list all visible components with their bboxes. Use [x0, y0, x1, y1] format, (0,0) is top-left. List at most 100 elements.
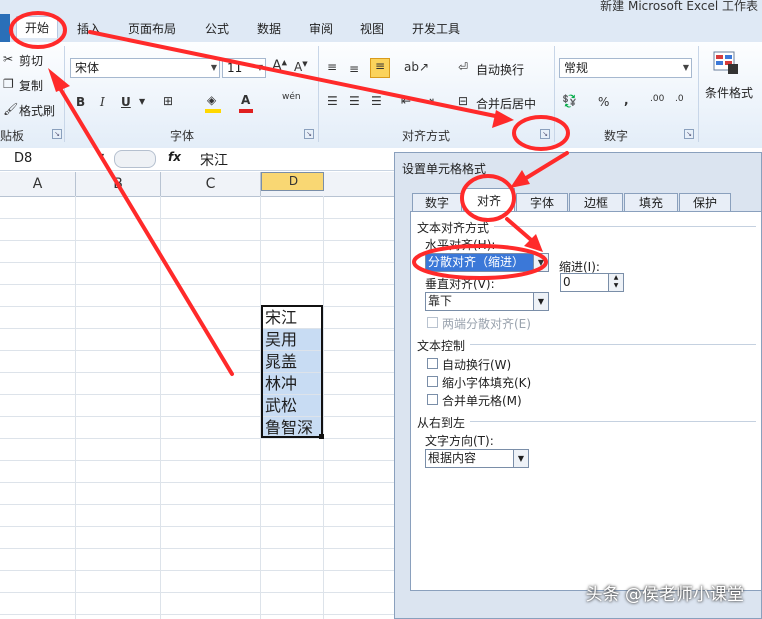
gridline [0, 306, 394, 307]
ribbon-separator [698, 46, 699, 142]
tab-home[interactable]: 开始 [16, 16, 59, 38]
gridline [160, 196, 161, 619]
font-size-value: 11 [227, 61, 243, 75]
justify-distributed-label: 两端分散对齐(E) [442, 317, 531, 331]
font-name-value: 宋体 [75, 61, 100, 75]
font-color-swatch [239, 109, 253, 113]
tab-insert[interactable]: 插入 [77, 20, 101, 37]
gridline [0, 394, 394, 395]
gridline [0, 240, 394, 241]
tab-review[interactable]: 审阅 [309, 20, 333, 37]
text-direction-select[interactable]: 根据内容 ▼ [425, 449, 529, 468]
tab-font[interactable]: 字体 [516, 193, 568, 211]
tab-border[interactable]: 边框 [569, 193, 623, 211]
section-text-control: 文本控制 [417, 339, 466, 353]
wrap-text-button[interactable]: 自动换行 [476, 61, 524, 78]
align-left-icon[interactable]: ☰ [327, 94, 338, 108]
clipboard-launcher-icon[interactable]: ↘ [52, 129, 62, 139]
tab-view[interactable]: 视图 [360, 20, 384, 37]
tab-page-layout[interactable]: 页面布局 [128, 20, 176, 37]
gridline [0, 350, 394, 351]
align-right-icon[interactable]: ☰ [371, 94, 382, 108]
wrap-text-checkbox[interactable] [427, 358, 438, 369]
shrink-to-fit-checkbox[interactable] [427, 376, 438, 387]
decrease-decimal-icon[interactable]: .0 [675, 94, 684, 104]
alignment-launcher-icon[interactable]: ↘ [540, 129, 550, 139]
tab-data[interactable]: 数据 [257, 20, 281, 37]
tab-fill[interactable]: 填充 [624, 193, 678, 211]
orientation-icon[interactable]: ab↗ [404, 60, 429, 74]
conditional-format-icon[interactable] [712, 50, 740, 76]
column-header-b[interactable]: B [76, 172, 161, 196]
gridline [0, 614, 394, 615]
tab-developer[interactable]: 开发工具 [412, 20, 460, 37]
vertical-align-select[interactable]: 靠下 ▼ [425, 292, 549, 311]
shrink-font-icon[interactable]: A▼ [294, 60, 308, 74]
align-top-icon[interactable]: ≡ [327, 60, 337, 74]
conditional-format-button[interactable]: 条件格式 [705, 84, 753, 101]
currency-icon[interactable]: 💱 [562, 94, 577, 108]
align-center-icon[interactable]: ☰ [349, 94, 360, 108]
bold-button[interactable]: B [76, 95, 85, 109]
column-header-a[interactable]: A [0, 172, 76, 196]
percent-button[interactable]: % [598, 95, 609, 109]
merge-center-button[interactable]: 合并后居中 [476, 95, 536, 112]
italic-button[interactable]: I [100, 95, 105, 109]
fill-color-icon[interactable]: ◈ [207, 93, 216, 107]
number-launcher-icon[interactable]: ↘ [684, 129, 694, 139]
chevron-down-icon: ▼ [513, 450, 528, 467]
gridline [0, 262, 394, 263]
merge-cells-label: 合并单元格(M) [442, 394, 522, 408]
underline-button[interactable]: U [121, 95, 131, 109]
vertical-align-label: 垂直对齐(V): [425, 277, 495, 291]
copy-icon: ❐ [3, 77, 14, 91]
align-bottom-icon[interactable]: ≡ [370, 58, 390, 78]
phonetic-icon[interactable]: wén [282, 92, 301, 102]
indent-value: 0 [563, 275, 571, 289]
decrease-indent-icon[interactable]: ⇤ [401, 94, 411, 108]
tab-protection[interactable]: 保护 [679, 193, 731, 211]
increase-indent-icon[interactable]: ⇥ [424, 94, 434, 108]
cut-button[interactable]: 剪切 [19, 52, 43, 69]
tab-number[interactable]: 数字 [412, 193, 462, 211]
fill-handle[interactable] [319, 434, 324, 439]
font-color-icon[interactable]: A [241, 93, 250, 107]
formula-bar-splitter[interactable] [114, 150, 156, 168]
selection-range [261, 305, 323, 438]
align-middle-icon[interactable]: ≡ [349, 62, 359, 76]
tab-formulas[interactable]: 公式 [205, 20, 229, 37]
name-box[interactable]: D8 [0, 149, 108, 169]
ribbon-separator [554, 46, 555, 142]
comma-button[interactable]: , [624, 93, 629, 107]
justify-distributed-checkbox[interactable] [427, 317, 438, 328]
ribbon-separator [64, 46, 65, 142]
format-painter-button[interactable]: 格式刷 [19, 102, 55, 119]
font-size-combo[interactable]: 11 ▼ [222, 58, 266, 78]
insert-function-button[interactable]: fx [168, 150, 181, 164]
formula-content[interactable]: 宋江 [200, 150, 228, 170]
horizontal-align-label: 水平对齐(H): [425, 238, 496, 252]
vertical-align-value: 靠下 [428, 294, 453, 308]
font-name-combo[interactable]: 宋体 ▼ [70, 58, 220, 78]
ribbon-separator [318, 46, 319, 142]
increase-decimal-icon[interactable]: .00 [650, 94, 664, 104]
chevron-down-icon[interactable]: ▼ [139, 97, 145, 106]
merge-cells-checkbox[interactable] [427, 394, 438, 405]
indent-spinner[interactable]: 0 ▲ ▼ [560, 273, 624, 292]
grow-font-icon[interactable]: A▲ [272, 58, 287, 74]
column-header-c[interactable]: C [161, 172, 261, 196]
format-painter-icon: 🖌 [3, 102, 19, 116]
copy-button[interactable]: 复制 [19, 77, 43, 94]
border-icon[interactable]: ⊞ [163, 94, 173, 108]
tab-alignment[interactable]: 对齐 [463, 188, 515, 212]
chevron-down-icon[interactable]: ▼ [98, 152, 104, 161]
gridline [0, 548, 394, 549]
number-format-combo[interactable]: 常规 ▼ [559, 58, 692, 78]
horizontal-align-select[interactable]: 分散对齐（缩进） ▼ [425, 253, 549, 272]
font-launcher-icon[interactable]: ↘ [304, 129, 314, 139]
gridline [75, 196, 76, 619]
gridline [0, 526, 394, 527]
file-tab[interactable] [0, 14, 10, 42]
column-header-d[interactable]: D [261, 172, 324, 191]
gridline [0, 482, 394, 483]
